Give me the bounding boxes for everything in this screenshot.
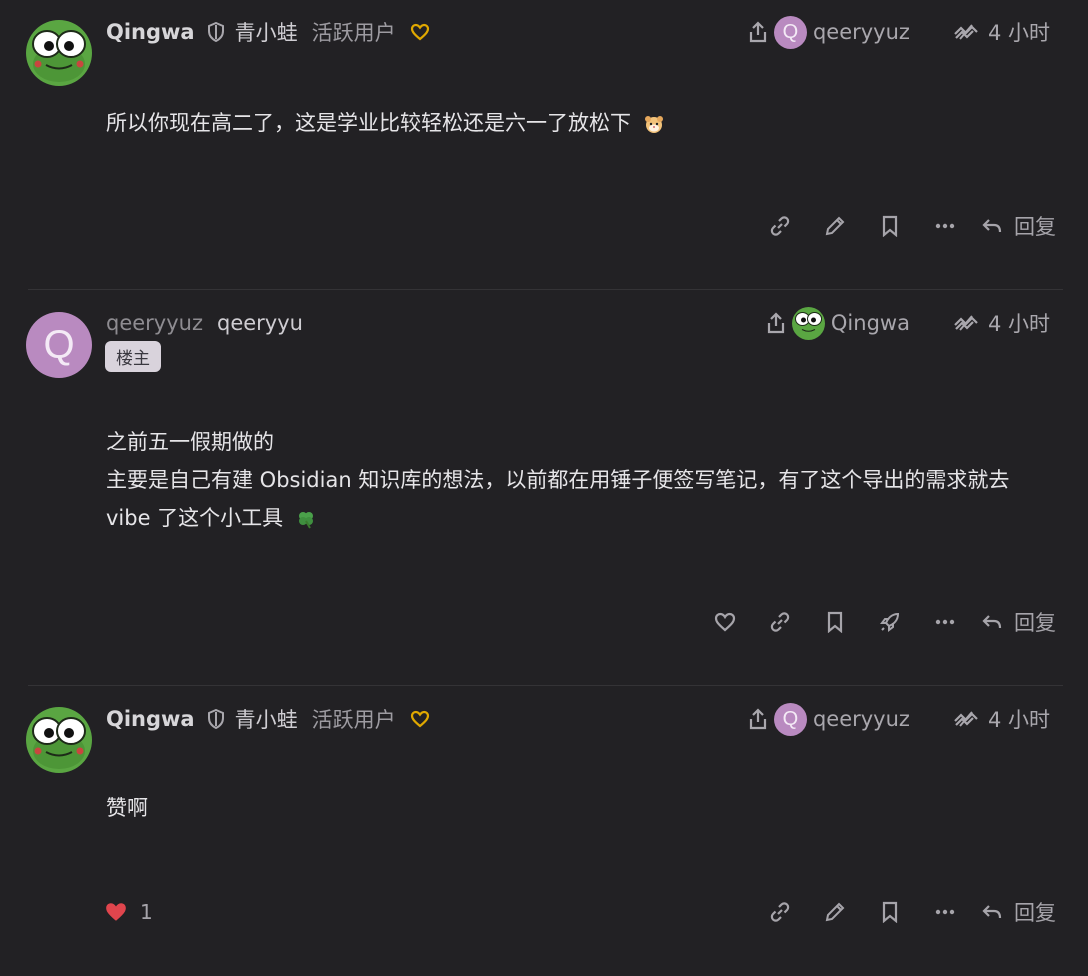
body-line: 赞啊 xyxy=(106,796,148,820)
edit-button[interactable] xyxy=(807,892,862,932)
history-icon xyxy=(954,711,978,727)
heart-icon xyxy=(104,901,128,923)
avatar-qingwa[interactable] xyxy=(26,707,92,773)
post-date[interactable]: 4 小时 xyxy=(954,704,1050,734)
hamster-emoji-icon xyxy=(644,108,664,146)
post-actions: 回复 xyxy=(752,892,1056,932)
bookmark-icon xyxy=(827,611,842,633)
more-button[interactable] xyxy=(917,206,972,246)
body-line: vibe 了这个小工具 xyxy=(106,506,284,530)
reply-label: 回复 xyxy=(1014,215,1056,239)
post-body: 赞啊 xyxy=(106,789,148,827)
pencil-icon xyxy=(825,216,844,236)
body-line: 所以你现在高二了，这是学业比较轻松还是六一了放松下 xyxy=(106,111,631,135)
reply-label: 回复 xyxy=(1014,611,1056,635)
reply-button[interactable]: 回复 xyxy=(982,211,1056,241)
heart-outline-icon xyxy=(410,710,430,728)
full-name[interactable]: 青小蛙 xyxy=(235,17,298,47)
post-body: 所以你现在高二了，这是学业比较轻松还是六一了放松下 xyxy=(106,104,664,146)
reply-to-avatar xyxy=(791,306,825,340)
username[interactable]: Qingwa xyxy=(106,20,195,44)
like-count: 1 xyxy=(140,900,153,924)
link-icon xyxy=(770,216,789,236)
heart-icon xyxy=(714,612,735,632)
edit-button[interactable] xyxy=(807,206,862,246)
full-name[interactable]: qeeryyu xyxy=(217,311,303,335)
link-icon xyxy=(770,902,789,922)
bookmark-icon xyxy=(882,215,897,237)
like-button[interactable] xyxy=(697,602,752,642)
post-meta: Q qeeryyuz 4 小时 xyxy=(748,702,1050,736)
ellipsis-icon xyxy=(935,223,954,229)
relative-time: 4 小时 xyxy=(987,708,1050,732)
body-line: 主要是自己有建 Obsidian 知识库的想法，以前都在用锤子便签写笔记，有了这… xyxy=(106,468,1010,492)
bookmark-icon xyxy=(882,901,897,923)
reply-label: 回复 xyxy=(1014,901,1056,925)
reply-to-username: qeeryyuz xyxy=(812,707,910,731)
post-author-line: Qingwa 青小蛙 活跃用户 xyxy=(106,703,430,735)
like-count-button[interactable]: 1 xyxy=(104,892,153,932)
copy-link-button[interactable] xyxy=(752,892,807,932)
ellipsis-icon xyxy=(935,619,954,625)
history-icon xyxy=(954,315,978,331)
post-author-line: Qingwa 青小蛙 活跃用户 xyxy=(106,16,430,48)
body-line: 之前五一假期做的 xyxy=(106,430,274,454)
original-poster-badge: 楼主 xyxy=(105,341,161,372)
boost-button[interactable] xyxy=(862,602,917,642)
more-button[interactable] xyxy=(917,602,972,642)
clover-emoji-icon xyxy=(296,503,316,541)
post-divider xyxy=(28,289,1063,290)
username[interactable]: Qingwa xyxy=(106,707,195,731)
post-divider xyxy=(28,685,1063,686)
post-date[interactable]: 4 小时 xyxy=(954,17,1050,47)
share-icon xyxy=(748,708,768,730)
reply-to-indicator[interactable]: Q qeeryyuz xyxy=(748,702,910,736)
ellipsis-icon xyxy=(935,909,954,915)
reply-button[interactable]: 回复 xyxy=(982,607,1056,637)
username[interactable]: qeeryyuz xyxy=(106,311,203,335)
shield-icon xyxy=(207,22,225,42)
reply-arrow-icon xyxy=(982,904,1002,920)
heart-outline-icon xyxy=(410,23,430,41)
share-icon xyxy=(766,312,786,334)
post-date[interactable]: 4 小时 xyxy=(954,308,1050,338)
copy-link-button[interactable] xyxy=(752,206,807,246)
bookmark-button[interactable] xyxy=(862,206,917,246)
post-meta: Q qeeryyuz 4 小时 xyxy=(748,15,1050,49)
post-author-line: qeeryyuz qeeryyu xyxy=(106,307,317,339)
history-icon xyxy=(954,24,978,40)
reply-to-username: Qingwa xyxy=(830,311,910,335)
bookmark-button[interactable] xyxy=(807,602,862,642)
reply-to-indicator[interactable]: Q qeeryyuz xyxy=(748,15,910,49)
avatar-qingwa[interactable] xyxy=(26,20,92,86)
user-title: 活跃用户 xyxy=(311,21,396,45)
reply-to-username: qeeryyuz xyxy=(812,20,910,44)
post-body: 之前五一假期做的 主要是自己有建 Obsidian 知识库的想法，以前都在用锤子… xyxy=(106,423,1009,541)
reply-to-avatar: Q xyxy=(773,15,807,49)
share-icon xyxy=(748,21,768,43)
reply-arrow-icon xyxy=(982,218,1002,234)
full-name[interactable]: 青小蛙 xyxy=(235,704,298,734)
post-meta: Qingwa 4 小时 xyxy=(766,306,1050,340)
pencil-icon xyxy=(825,902,844,922)
reply-button[interactable]: 回复 xyxy=(982,897,1056,927)
post-actions: 回复 xyxy=(752,206,1056,246)
post-actions: 回复 xyxy=(697,602,1056,642)
copy-link-button[interactable] xyxy=(752,602,807,642)
link-icon xyxy=(770,612,789,632)
reply-to-avatar: Q xyxy=(773,702,807,736)
relative-time: 4 小时 xyxy=(987,21,1050,45)
rocket-icon xyxy=(879,612,899,632)
shield-icon xyxy=(207,709,225,729)
more-button[interactable] xyxy=(917,892,972,932)
avatar-qeeryyuz[interactable]: Q xyxy=(26,312,92,378)
bookmark-button[interactable] xyxy=(862,892,917,932)
reply-arrow-icon xyxy=(982,614,1002,630)
relative-time: 4 小时 xyxy=(987,312,1050,336)
user-title: 活跃用户 xyxy=(311,708,396,732)
reply-to-indicator[interactable]: Qingwa xyxy=(766,306,910,340)
